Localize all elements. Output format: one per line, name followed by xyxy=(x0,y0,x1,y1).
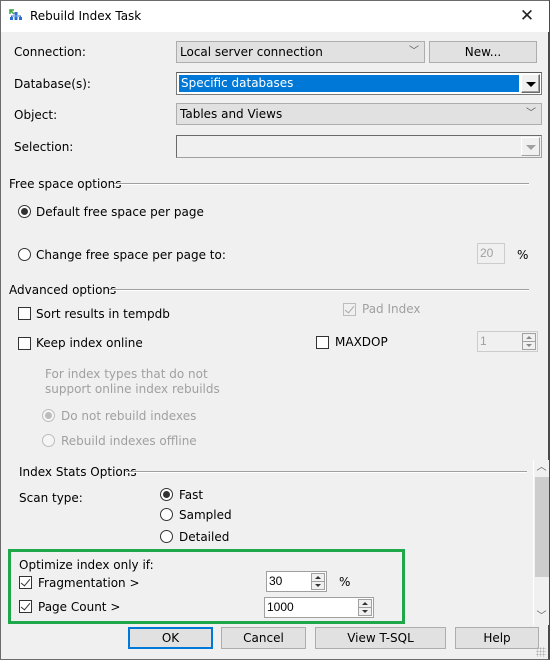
change-free-space-radio[interactable] xyxy=(18,248,31,261)
scan-type-detailed-radio[interactable] xyxy=(160,530,173,543)
databases-value: Specific databases xyxy=(179,75,519,92)
object-value: Tables and Views xyxy=(180,107,283,121)
online-note-line1: For index types that do not xyxy=(45,367,208,381)
keep-index-online-checkbox[interactable] xyxy=(18,337,31,350)
spin-down-icon xyxy=(362,610,368,613)
fragmentation-checkbox[interactable] xyxy=(19,576,32,589)
fragmentation-value: 30 xyxy=(269,574,283,588)
spin-up-icon xyxy=(315,576,321,579)
selection-label: Selection: xyxy=(14,140,74,154)
maxdop-label: MAXDOP xyxy=(335,335,388,349)
keep-index-online-label: Keep index online xyxy=(36,336,143,350)
free-space-divider xyxy=(114,183,529,184)
spin-down-icon xyxy=(526,344,532,347)
spin-up-icon xyxy=(362,602,368,605)
scroll-up-icon[interactable]: ︿ xyxy=(534,460,549,476)
fragmentation-input[interactable]: 30 xyxy=(266,571,327,592)
checkmark-icon xyxy=(20,576,31,587)
index-stats-heading: Index Stats Options xyxy=(19,465,137,479)
connection-dropdown[interactable]: Local server connection ﹀ xyxy=(176,41,425,63)
change-free-space-label: Change free space per page to: xyxy=(36,248,226,262)
window-title: Rebuild Index Task xyxy=(30,9,142,23)
scan-type-sampled-label: Sampled xyxy=(179,508,232,522)
free-space-percent-unit: % xyxy=(517,248,529,262)
scan-type-label: Scan type: xyxy=(19,491,83,505)
index-stats-divider xyxy=(126,471,527,472)
maxdop-spinner[interactable] xyxy=(522,333,536,350)
scroll-down-icon[interactable]: ﹀ xyxy=(534,609,549,625)
connection-value: Local server connection xyxy=(180,45,323,59)
help-button[interactable]: Help xyxy=(455,627,539,649)
checkmark-icon xyxy=(344,303,355,314)
do-not-rebuild-radio[interactable] xyxy=(42,409,55,422)
triangle-down-icon xyxy=(526,82,536,87)
fragmentation-unit: % xyxy=(339,575,351,589)
close-button[interactable]: ✕ xyxy=(511,3,543,30)
advanced-options-divider xyxy=(109,289,529,290)
databases-dropdown-button[interactable] xyxy=(521,74,540,93)
rebuild-index-task-dialog: Rebuild Index Task ✕ Connection: Local s… xyxy=(0,0,550,660)
spin-down-icon xyxy=(315,584,321,587)
maxdop-value: 1 xyxy=(480,334,487,348)
free-space-heading: Free space options xyxy=(9,177,122,191)
selection-dropdown[interactable] xyxy=(176,135,542,158)
fragmentation-label: Fragmentation > xyxy=(38,576,140,590)
scan-type-fast-radio[interactable] xyxy=(160,488,173,501)
default-free-space-label: Default free space per page xyxy=(36,205,204,219)
default-free-space-radio[interactable] xyxy=(18,205,31,218)
scrollbar-thumb[interactable] xyxy=(535,477,549,577)
cancel-button[interactable]: Cancel xyxy=(221,627,306,649)
page-count-input[interactable]: 1000 xyxy=(264,597,374,618)
selection-dropdown-button[interactable] xyxy=(521,137,540,156)
scan-type-detailed-label: Detailed xyxy=(179,530,230,544)
chevron-down-icon: ﹀ xyxy=(526,108,536,119)
rebuild-offline-label: Rebuild indexes offline xyxy=(61,434,197,448)
free-space-percent-input[interactable]: 20 xyxy=(477,243,505,264)
page-count-checkbox[interactable] xyxy=(19,600,32,613)
page-count-label: Page Count > xyxy=(38,600,121,614)
resize-grip-icon[interactable] xyxy=(536,647,546,657)
object-label: Object: xyxy=(14,108,58,122)
scan-type-fast-label: Fast xyxy=(179,488,204,502)
advanced-options-heading: Advanced options xyxy=(9,283,117,297)
ok-button[interactable]: OK xyxy=(128,627,213,649)
do-not-rebuild-label: Do not rebuild indexes xyxy=(61,409,197,423)
maxdop-checkbox[interactable] xyxy=(316,336,329,349)
page-count-value: 1000 xyxy=(267,600,294,614)
pad-index-checkbox[interactable] xyxy=(343,303,356,316)
index-task-icon xyxy=(9,9,22,20)
title-bar: Rebuild Index Task ✕ xyxy=(1,1,549,32)
scan-type-sampled-radio[interactable] xyxy=(160,508,173,521)
pad-index-label: Pad Index xyxy=(362,302,421,316)
vertical-scrollbar[interactable]: ︿ ﹀ xyxy=(533,460,549,625)
close-icon: ✕ xyxy=(519,6,535,26)
optimize-heading: Optimize index only if: xyxy=(19,558,154,572)
checkmark-icon xyxy=(20,600,31,611)
object-dropdown[interactable]: Tables and Views ﹀ xyxy=(176,103,542,125)
chevron-down-icon: ﹀ xyxy=(409,46,419,57)
sort-tempdb-checkbox[interactable] xyxy=(18,307,31,320)
page-count-spinner[interactable] xyxy=(358,599,372,616)
spin-up-icon xyxy=(526,336,532,339)
triangle-down-icon xyxy=(526,145,536,150)
online-note-line2: support online index rebuilds xyxy=(45,382,220,396)
new-connection-button[interactable]: New... xyxy=(429,41,537,63)
rebuild-offline-radio[interactable] xyxy=(42,434,55,447)
sort-tempdb-label: Sort results in tempdb xyxy=(36,307,170,321)
databases-dropdown[interactable]: Specific databases xyxy=(176,72,542,95)
fragmentation-spinner[interactable] xyxy=(311,573,325,590)
maxdop-input[interactable]: 1 xyxy=(477,331,538,352)
view-tsql-button[interactable]: View T-SQL xyxy=(315,627,446,649)
databases-label: Database(s): xyxy=(14,77,91,91)
connection-label: Connection: xyxy=(14,45,86,59)
